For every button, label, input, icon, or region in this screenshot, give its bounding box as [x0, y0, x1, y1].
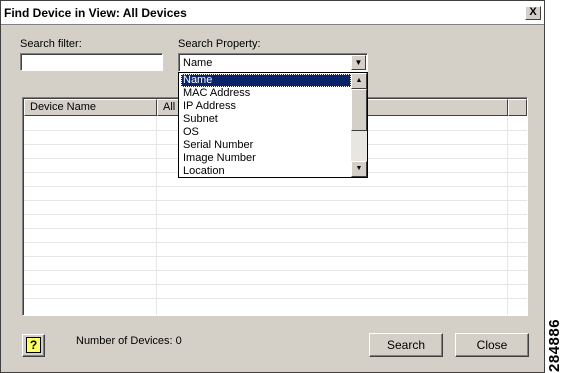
option-name[interactable]: Name: [181, 74, 351, 87]
option-subnet[interactable]: Subnet: [181, 113, 351, 126]
column-divider: [156, 116, 157, 315]
option-os[interactable]: OS: [181, 126, 351, 139]
scroll-thumb[interactable]: [351, 89, 367, 131]
table-row: [24, 186, 527, 187]
option-serial-number[interactable]: Serial Number: [181, 139, 351, 152]
table-row: [24, 284, 527, 285]
option-ip-address[interactable]: IP Address: [181, 100, 351, 113]
device-count: Number of Devices: 0: [76, 335, 182, 347]
search-button-label: Search: [386, 338, 426, 352]
title-bar: Find Device in View: All Devices X: [1, 1, 544, 25]
scroll-down-icon[interactable]: ▼: [351, 161, 367, 177]
search-property-value: Name: [183, 57, 213, 69]
column-header-device-name[interactable]: Device Name: [24, 99, 157, 116]
search-property-select[interactable]: Name ▼: [178, 53, 368, 72]
close-button[interactable]: Close: [455, 333, 529, 357]
search-filter-label: Search filter:: [20, 38, 82, 50]
dropdown-scrollbar[interactable]: ▲ ▼: [351, 73, 367, 177]
find-device-dialog: Find Device in View: All Devices X Searc…: [0, 0, 545, 373]
close-window-button[interactable]: X: [525, 6, 541, 20]
help-button[interactable]: ?: [22, 334, 45, 357]
chevron-down-icon[interactable]: ▼: [351, 55, 366, 70]
scroll-up-icon[interactable]: ▲: [351, 73, 367, 89]
search-property-label: Search Property:: [178, 38, 261, 50]
table-row: [24, 200, 527, 201]
table-row: [24, 298, 527, 299]
option-image-number[interactable]: Image Number: [181, 152, 351, 165]
figure-number: 284886: [546, 318, 563, 372]
table-row: [24, 214, 527, 215]
search-button[interactable]: Search: [369, 333, 443, 357]
close-icon: X: [529, 6, 537, 18]
option-location[interactable]: Location: [181, 165, 351, 178]
column-header-filler: [508, 99, 527, 116]
option-mac-address[interactable]: MAC Address: [181, 87, 351, 100]
table-row: [24, 228, 527, 229]
help-icon: ?: [26, 337, 41, 353]
column-divider: [507, 116, 508, 315]
search-property-dropdown: Name MAC Address IP Address Subnet OS Se…: [178, 72, 368, 178]
dialog-title: Find Device in View: All Devices: [4, 6, 187, 20]
table-row: [24, 270, 527, 271]
search-filter-input[interactable]: [20, 53, 163, 71]
table-row: [24, 256, 527, 257]
table-row: [24, 242, 527, 243]
close-button-label: Close: [476, 338, 508, 352]
